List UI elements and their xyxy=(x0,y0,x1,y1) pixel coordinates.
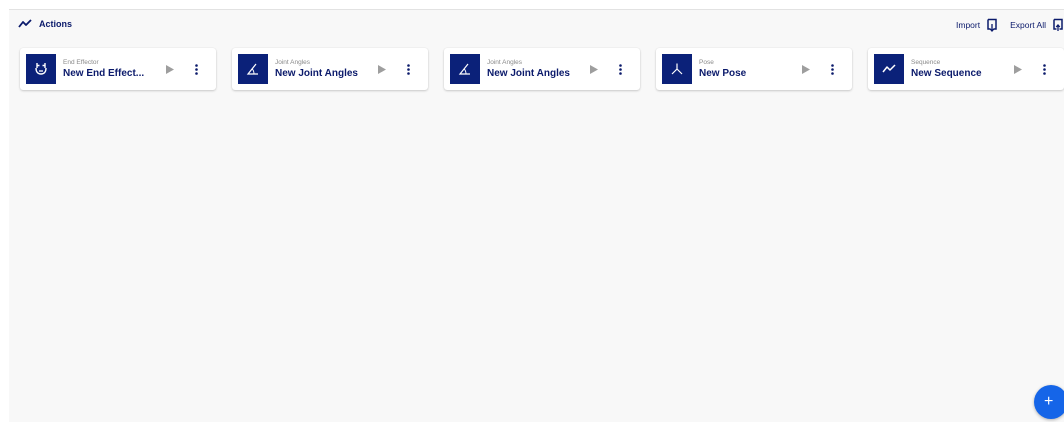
card-name: New Joint Angles xyxy=(487,68,570,79)
kebab-menu-icon xyxy=(830,63,834,75)
gripper-icon xyxy=(35,63,47,75)
header-actions: Import Export All xyxy=(948,16,1064,34)
play-button[interactable] xyxy=(588,63,600,75)
card-thumbnail xyxy=(662,54,692,84)
play-button[interactable] xyxy=(800,63,812,75)
kebab-menu-icon xyxy=(406,63,410,75)
plus-icon: + xyxy=(1044,393,1054,410)
action-card-pose[interactable]: Pose New Pose xyxy=(656,48,852,90)
actions-panel: Actions Import Export All End Effector N… xyxy=(9,9,1064,422)
card-thumbnail xyxy=(26,54,56,84)
card-thumbnail xyxy=(450,54,480,84)
angle-icon xyxy=(458,63,470,75)
more-options-button[interactable] xyxy=(402,62,414,76)
card-type-label: Sequence xyxy=(911,59,941,66)
more-options-button[interactable] xyxy=(190,62,202,76)
card-thumbnail xyxy=(238,54,268,84)
card-meta: Sequence New Sequence xyxy=(911,59,1006,80)
play-icon xyxy=(802,64,810,74)
card-meta: Joint Angles New Joint Angles xyxy=(487,59,582,80)
more-options-button[interactable] xyxy=(1038,62,1050,76)
play-button[interactable] xyxy=(164,63,176,75)
card-type-label: Joint Angles xyxy=(487,59,523,66)
add-action-button[interactable]: + xyxy=(1034,385,1064,419)
pose-axes-icon xyxy=(671,63,683,75)
trend-line-icon xyxy=(882,64,896,73)
action-card-sequence[interactable]: Sequence New Sequence xyxy=(868,48,1064,90)
more-options-button[interactable] xyxy=(826,62,838,76)
actions-title-group: Actions xyxy=(18,16,72,32)
actions-header: Actions Import Export All xyxy=(9,10,1064,40)
play-button[interactable] xyxy=(1012,63,1024,75)
kebab-menu-icon xyxy=(618,63,622,75)
card-name: New Pose xyxy=(699,68,747,79)
export-all-button[interactable]: Export All xyxy=(1010,18,1064,32)
trend-line-icon xyxy=(18,19,32,28)
card-meta: Pose New Pose xyxy=(699,59,794,80)
angle-icon xyxy=(246,63,258,75)
card-type-label: Pose xyxy=(699,59,714,66)
card-type-label: Joint Angles xyxy=(275,59,311,66)
action-card-list: End Effector New End Effect... Joint Ang… xyxy=(20,48,1064,92)
more-options-button[interactable] xyxy=(614,62,626,76)
card-thumbnail xyxy=(874,54,904,84)
card-name: New End Effect... xyxy=(63,68,145,79)
import-button[interactable]: Import xyxy=(956,18,998,32)
card-meta: End Effector New End Effect... xyxy=(63,59,158,80)
export-icon xyxy=(1053,18,1063,31)
kebab-menu-icon xyxy=(1042,63,1046,75)
import-icon xyxy=(987,18,997,32)
play-icon xyxy=(590,64,598,74)
kebab-menu-icon xyxy=(194,63,198,75)
play-icon xyxy=(1014,64,1022,74)
card-type-label: End Effector xyxy=(63,59,99,66)
action-card-end-effector[interactable]: End Effector New End Effect... xyxy=(20,48,216,90)
action-card-joint-angles[interactable]: Joint Angles New Joint Angles xyxy=(444,48,640,90)
card-name: New Joint Angles xyxy=(275,68,358,79)
card-name: New Sequence xyxy=(911,68,982,79)
action-card-joint-angles[interactable]: Joint Angles New Joint Angles xyxy=(232,48,428,90)
card-meta: Joint Angles New Joint Angles xyxy=(275,59,370,80)
export-all-label: Export All xyxy=(1010,20,1046,30)
play-icon xyxy=(166,64,174,74)
actions-title: Actions xyxy=(39,19,73,29)
import-label: Import xyxy=(956,20,981,30)
play-button[interactable] xyxy=(376,63,388,75)
play-icon xyxy=(378,64,386,74)
